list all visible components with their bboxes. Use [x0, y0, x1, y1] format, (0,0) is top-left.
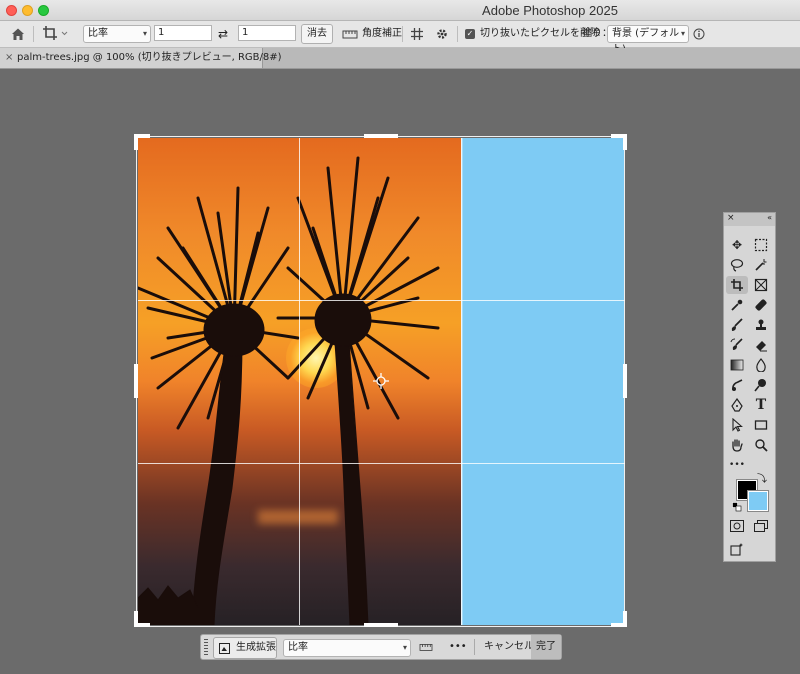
grid-line-vertical-1	[299, 138, 300, 625]
blur-tool-icon[interactable]	[750, 356, 772, 374]
ratio-select[interactable]: 比率 ▾	[83, 25, 151, 43]
marquee-tool-icon[interactable]	[750, 236, 772, 254]
history-brush-tool-icon[interactable]	[726, 336, 748, 354]
move-tool-icon[interactable]: ✥	[726, 236, 748, 254]
done-button[interactable]: 完了	[531, 635, 561, 659]
dodge-tool-icon[interactable]	[750, 376, 772, 394]
chevron-down-icon: ▾	[680, 29, 685, 38]
height-field[interactable]: 1	[238, 25, 296, 41]
ratio-select-value: 比率	[88, 28, 108, 39]
document-tab-title: palm-trees.jpg @ 100% (切り抜きプレビュー, RGB/8#…	[17, 52, 282, 63]
generative-expand-label: 生成拡張	[236, 642, 276, 653]
overlay-grid-icon[interactable]	[410, 25, 424, 43]
drag-handle-icon[interactable]	[204, 639, 208, 655]
hand-tool-icon[interactable]	[726, 436, 748, 454]
healing-brush-tool-icon[interactable]	[750, 296, 772, 314]
taskbar-ratio-value: 比率	[288, 642, 308, 653]
fill-select[interactable]: 背景 (デフォルト) ▾	[607, 25, 689, 55]
pen-tool-icon[interactable]	[726, 396, 748, 414]
zoom-tool-icon[interactable]	[750, 436, 772, 454]
crop-handle-bottom-left-v[interactable]	[134, 611, 138, 627]
crop-handle-top-right-v[interactable]	[623, 134, 627, 150]
contextual-task-bar: 生成拡張 比率 ▾ ••• キャンセル 完了	[200, 634, 562, 660]
type-tool-icon[interactable]: T	[750, 396, 772, 414]
collapse-panel-icon[interactable]: «	[767, 213, 772, 222]
crop-tool-preset-icon[interactable]	[42, 25, 68, 43]
delete-cropped-checkbox[interactable]: ✓	[465, 29, 475, 39]
taskbar-ratio-select[interactable]: 比率 ▾	[283, 639, 411, 657]
chevron-down-icon: ▾	[402, 643, 407, 652]
taskbar-straighten-icon[interactable]	[419, 635, 433, 659]
path-selection-tool-icon[interactable]	[726, 416, 748, 434]
options-bar: 比率 ▾ 1 ⇄ 1 消去 角度補正 ✓ 切り抜いたピクセルを削除 塗り： 背景…	[0, 21, 800, 55]
crop-handle-bottom-right-v[interactable]	[623, 611, 627, 627]
crop-handle-right-middle[interactable]	[623, 364, 627, 398]
close-tab-icon[interactable]: ×	[5, 48, 13, 68]
rectangle-tool-icon[interactable]	[750, 416, 772, 434]
cancel-button[interactable]: キャンセル	[484, 635, 534, 659]
straighten-icon[interactable]	[342, 25, 358, 43]
generated-extension-area	[461, 138, 625, 625]
more-tools-icon[interactable]: •••	[726, 456, 748, 474]
quick-mask-icon[interactable]	[726, 517, 748, 535]
background-color-swatch[interactable]	[747, 490, 769, 512]
crop-handle-top-middle[interactable]	[364, 134, 398, 138]
grid-line-vertical-2	[461, 138, 462, 625]
grid-line-horizontal-2	[138, 463, 625, 464]
crop-tool-icon[interactable]	[726, 276, 748, 294]
info-icon[interactable]	[693, 25, 705, 43]
default-colors-icon[interactable]	[732, 502, 742, 515]
more-options-button[interactable]: •••	[449, 635, 467, 659]
grid-line-horizontal-1	[138, 300, 625, 301]
stamp-tool-icon[interactable]	[750, 316, 772, 334]
generative-expand-icon	[219, 642, 230, 662]
generative-expand-button[interactable]: 生成拡張	[213, 637, 277, 659]
width-field[interactable]: 1	[154, 25, 212, 41]
app-title: Adobe Photoshop 2025	[482, 3, 618, 18]
lasso-tool-icon[interactable]	[726, 256, 748, 274]
brush-tool-icon[interactable]	[726, 316, 748, 334]
tools-panel-header[interactable]: × «	[724, 213, 775, 226]
magic-wand-tool-icon[interactable]	[750, 256, 772, 274]
eyedropper-tool-icon[interactable]	[726, 296, 748, 314]
crop-handle-left-middle[interactable]	[134, 364, 138, 398]
straighten-label[interactable]: 角度補正	[362, 25, 402, 43]
screen-mode-icon[interactable]	[750, 517, 772, 535]
eraser-tool-icon[interactable]	[750, 336, 772, 354]
swap-colors-icon[interactable]: ⤵	[755, 474, 769, 486]
smudge-tool-icon[interactable]	[726, 376, 748, 394]
chevron-down-icon: ▾	[142, 29, 147, 38]
gear-icon[interactable]	[435, 25, 449, 43]
clear-button[interactable]: 消去	[301, 24, 333, 44]
crop-handle-bottom-middle[interactable]	[364, 623, 398, 627]
crop-handle-top-left-v[interactable]	[134, 134, 138, 150]
gradient-tool-icon[interactable]	[726, 356, 748, 374]
document-tab-bar: × palm-trees.jpg @ 100% (切り抜きプレビュー, RGB/…	[0, 48, 800, 69]
frame-tool-icon[interactable]	[750, 276, 772, 294]
close-panel-icon[interactable]: ×	[727, 213, 735, 223]
home-icon[interactable]	[10, 25, 26, 43]
swap-icon[interactable]: ⇄	[218, 25, 228, 43]
generative-icon[interactable]	[726, 540, 748, 558]
window-titlebar: Adobe Photoshop 2025	[0, 0, 800, 21]
document-tab[interactable]: × palm-trees.jpg @ 100% (切り抜きプレビュー, RGB/…	[0, 48, 282, 68]
crop-center-icon[interactable]	[372, 372, 390, 393]
